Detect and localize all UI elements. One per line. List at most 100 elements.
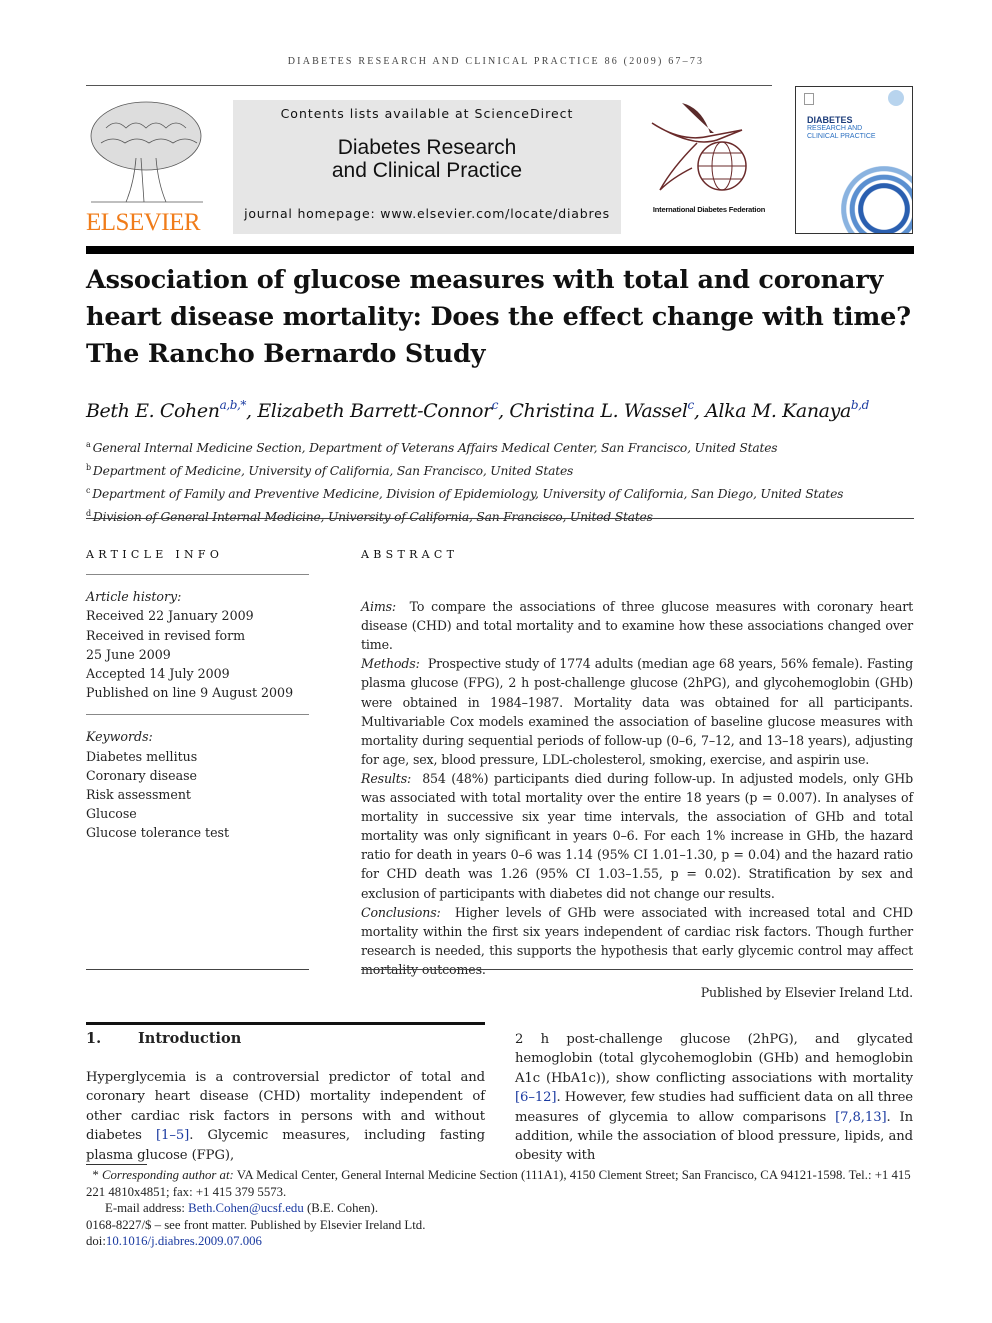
section-label: Results:: [361, 770, 412, 786]
cover-title: DIABETES: [807, 115, 853, 125]
affiliation-text: General Internal Medicine Section, Depar…: [92, 441, 778, 455]
journal-masthead-box: Contents lists available at ScienceDirec…: [233, 100, 621, 234]
keyword: Diabetes mellitus: [86, 748, 198, 764]
footnote-rule: [86, 1164, 147, 1165]
history-item: 25 June 2009: [86, 646, 171, 662]
citation-link[interactable]: [6–12]: [515, 1090, 557, 1105]
affiliation: c Department of Family and Preventive Med…: [86, 481, 914, 504]
affiliation-key: a: [86, 440, 91, 449]
history-item: Received 22 January 2009: [86, 608, 254, 624]
abstract-results: Results: 854 (48%) participants died dur…: [361, 769, 913, 903]
affiliations: a General Internal Medicine Section, Depa…: [86, 435, 914, 527]
keyword: Glucose tolerance test: [86, 825, 230, 841]
section-rule: [86, 1022, 485, 1025]
email-label: E-mail address:: [105, 1201, 185, 1216]
corresponding-author-note: * Corresponding author at: VA Medical Ce…: [86, 1168, 911, 1199]
citation-link[interactable]: [1–5]: [156, 1128, 189, 1143]
author-affiliation-link[interactable]: c: [688, 398, 695, 412]
email-link[interactable]: Beth.Cohen@ucsf.edu: [188, 1201, 304, 1215]
doi-label: doi:: [86, 1234, 106, 1249]
section-text: 854 (48%) participants died during follo…: [361, 770, 913, 901]
divider: [361, 969, 913, 970]
doi-line: doi:10.1016/j.diabres.2009.07.006: [86, 1233, 914, 1250]
journal-cover: DIABETES RESEARCH AND CLINICAL PRACTICE: [795, 86, 913, 234]
author-affiliation-link[interactable]: a,b,*: [220, 398, 247, 412]
footnotes: * Corresponding author at: VA Medical Ce…: [86, 1167, 914, 1250]
keyword: Coronary disease: [86, 767, 198, 783]
affiliation-text: Division of General Internal Medicine, U…: [92, 510, 653, 524]
header-bar: [86, 246, 914, 254]
affiliation: a General Internal Medicine Section, Depa…: [86, 435, 914, 458]
email-suffix: (B.E. Cohen).: [306, 1201, 379, 1216]
doi-link[interactable]: 10.1016/j.diabres.2009.07.006: [106, 1234, 262, 1248]
body-text: 2 h post-challenge glucose (2hPG), and g…: [515, 1032, 913, 1086]
author-affiliation-link[interactable]: b,d: [851, 398, 869, 412]
keyword: Risk assessment: [86, 787, 191, 803]
cover-dot-icon: [888, 90, 904, 106]
citation-link[interactable]: [7,8,13]: [835, 1110, 887, 1125]
journal-homepage-link[interactable]: journal homepage: www.elsevier.com/locat…: [233, 206, 621, 221]
affiliation-text: Department of Medicine, University of Ca…: [92, 464, 574, 478]
idf-name: International Diabetes Federation: [652, 205, 766, 214]
footnote-label: Corresponding author at:: [102, 1168, 234, 1182]
cover-subtitle-line: RESEARCH AND: [807, 125, 863, 132]
affiliation-key: c: [86, 486, 91, 495]
keyword: Glucose: [86, 806, 137, 822]
abstract: ABSTRACT Aims: To compare the associatio…: [361, 545, 913, 1002]
history-label: Article history:: [86, 589, 182, 605]
running-header: DIABETES RESEARCH AND CLINICAL PRACTICE …: [287, 56, 705, 67]
divider: [86, 714, 309, 716]
body-column-left: Hyperglycemia is a controversial predict…: [86, 1068, 485, 1165]
copyright: 0168-8227/$ – see front matter. Publishe…: [86, 1217, 426, 1232]
elsevier-tree-icon: [86, 98, 208, 206]
section-heading: 1. Introduction: [86, 1030, 241, 1047]
affiliation-key: b: [86, 463, 91, 472]
divider: [86, 85, 772, 86]
hummingbird-globe-icon: [651, 103, 747, 191]
elsevier-logo: ELSEVIER: [86, 98, 210, 236]
journal-title-line: Diabetes Research: [337, 136, 517, 159]
email-note: E-mail address: Beth.Cohen@ucsf.edu (B.E…: [86, 1200, 914, 1217]
author-list: Beth E. Cohena,b,*, Elizabeth Barrett-Co…: [86, 398, 869, 422]
cover-subtitle-line: CLINICAL PRACTICE: [807, 133, 876, 140]
title-line: heart disease mortality: Does the effect…: [86, 302, 911, 332]
body-column-right: 2 h post-challenge glucose (2hPG), and g…: [515, 1030, 913, 1166]
divider: [86, 969, 309, 970]
idf-logo: International Diabetes Federation: [642, 98, 776, 223]
author-name: Christina L. Wassel: [509, 400, 688, 422]
author-affiliation-link[interactable]: c: [492, 398, 499, 412]
abstract-aims: Aims: To compare the associations of thr…: [361, 597, 913, 654]
cover-elsevier-icon: [804, 93, 814, 105]
abstract-methods: Methods: Prospective study of 1774 adult…: [361, 654, 913, 769]
journal-title-line: and Clinical Practice: [331, 159, 523, 182]
section-number: 1.: [86, 1030, 102, 1047]
section-text: Higher levels of GHb were associated wit…: [361, 904, 913, 977]
author-name: Elizabeth Barrett-Connor: [257, 400, 492, 422]
title-line: Association of glucose measures with tot…: [86, 265, 884, 295]
section-title: Introduction: [138, 1030, 242, 1047]
history-item: Received in revised form: [86, 627, 246, 643]
affiliation-key: d: [86, 509, 91, 518]
cover-subtitle: RESEARCH AND CLINICAL PRACTICE: [807, 125, 876, 141]
section-label: Aims:: [361, 599, 397, 615]
divider: [86, 518, 914, 519]
section-text: To compare the associations of three glu…: [361, 599, 913, 653]
section-label: Methods:: [361, 656, 420, 672]
divider: [86, 574, 309, 576]
section-label: Conclusions:: [361, 904, 441, 920]
contents-line: Contents lists available at ScienceDirec…: [280, 106, 574, 121]
cover-dot-pattern: [824, 149, 912, 233]
keywords-label: Keywords:: [86, 729, 153, 745]
affiliation: d Division of General Internal Medicine, …: [86, 504, 914, 527]
author-name: Beth E. Cohen: [86, 400, 220, 422]
journal-title: Diabetes Research and Clinical Practice: [233, 136, 621, 182]
affiliation: b Department of Medicine, University of C…: [86, 458, 914, 481]
abstract-heading: ABSTRACT: [361, 548, 459, 561]
history-item: Published on line 9 August 2009: [86, 685, 294, 701]
article-info: ARTICLE INFO Article history: Received 2…: [86, 545, 309, 843]
article-info-heading: ARTICLE INFO: [86, 548, 224, 561]
elsevier-wordmark: ELSEVIER: [86, 209, 201, 236]
affiliation-text: Department of Family and Preventive Medi…: [92, 487, 844, 501]
history-item: Accepted 14 July 2009: [86, 666, 230, 682]
